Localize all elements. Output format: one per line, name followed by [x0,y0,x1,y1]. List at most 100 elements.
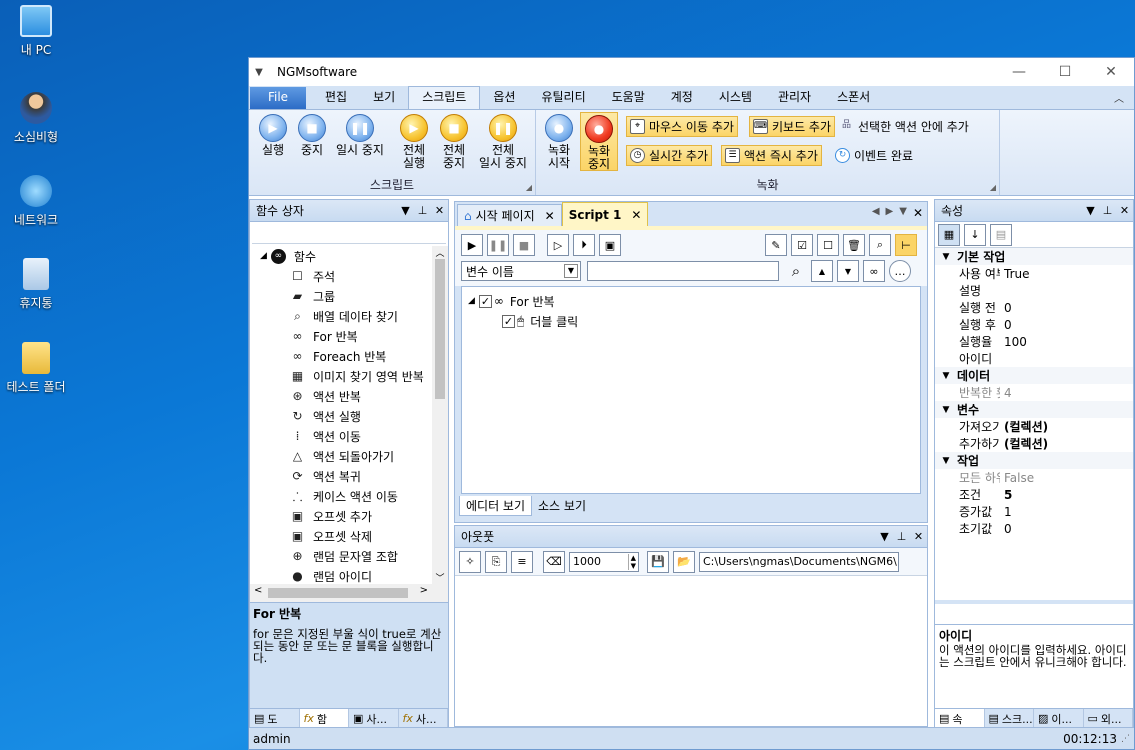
property-value[interactable]: 1 [1000,505,1012,519]
property-category[interactable]: ▼ 기본 작업 [935,248,1133,265]
tree-view-icon[interactable]: ⊢ [895,234,917,256]
record-stop-button[interactable]: ● 녹화 중지 [580,112,618,171]
group-launcher-icon[interactable]: ◢ [526,183,532,192]
property-row[interactable]: 사용 여부True [935,265,1133,282]
function-item[interactable]: ⊛ 액션 반복 [290,386,448,406]
tab-help[interactable]: 도움말 [599,87,658,109]
property-value[interactable]: 0 [1000,301,1012,315]
property-value[interactable]: True [1000,267,1030,281]
property-row[interactable]: 가져오기 (컬렉션) [935,418,1133,435]
property-value[interactable]: 5 [1000,488,1012,502]
move-down-icon[interactable]: ▼ [837,260,859,282]
chevron-down-icon[interactable]: ▼ [564,264,578,278]
tree-node-for[interactable]: ◢ ✓ ∞ For 반복 [468,291,914,311]
tab-images[interactable]: ▨ 이... [1034,709,1084,728]
sort-alpha-icon[interactable]: ↓ [964,223,986,246]
function-item[interactable]: ▰ 그룹 [290,286,448,306]
more-icon[interactable]: … [889,260,911,282]
property-value[interactable]: 0 [1000,318,1012,332]
checkbox[interactable]: ✓ [502,314,515,328]
tab-properties[interactable]: ▤ 속 [935,709,985,728]
property-row[interactable]: 설명 [935,282,1133,299]
tab-list-icon[interactable]: ▼ [899,206,907,220]
tree-root[interactable]: ◢ ∞ 함수 [250,246,448,266]
tab-user-1[interactable]: ▣ 사... [349,709,399,728]
property-category[interactable]: ▼ 작업 [935,452,1133,469]
tab-external[interactable]: ▭ 외... [1084,709,1133,728]
minimize-button[interactable]: — [996,64,1042,80]
function-item[interactable]: ⊕ 랜덤 문자열 조합 [290,546,448,566]
scroll-thumb[interactable] [435,259,445,399]
output-path-input[interactable]: C:\Users\ngmas\Documents\NGM6\ [699,551,899,572]
property-row[interactable]: 조건 5 [935,486,1133,503]
lines-icon[interactable]: ≡ [511,550,533,573]
scroll-up-icon[interactable]: ︿ [432,246,448,259]
tab-system[interactable]: 시스템 [706,87,765,109]
tab-scroll-right-icon[interactable]: ▶ [886,206,894,220]
tab-admin[interactable]: 관리자 [765,87,824,109]
record-start-button[interactable]: ● 녹화 시작 [543,114,575,170]
expand-icon[interactable]: ◢ [468,296,475,306]
function-item[interactable]: △ 액션 되돌아가기 [290,446,448,466]
property-row[interactable]: 반복한 횟수4 [935,384,1133,401]
property-row[interactable]: 아이디 [935,350,1133,367]
check-icon[interactable]: ☑ [791,234,813,256]
tab-script-1[interactable]: Script 1 ✕ [561,202,649,226]
desktop-icon-recycle-bin[interactable]: 휴지통 [0,258,72,311]
function-item[interactable]: ▣ 오프셋 추가 [290,506,448,526]
search-icon[interactable]: ⌕ [869,234,891,256]
tab-script[interactable]: 스크립트 [408,86,481,109]
scroll-left-icon[interactable]: < [254,585,262,596]
run-button[interactable]: ▶ 실행 [257,114,289,157]
pause-all-button[interactable]: ❚❚ 전체 일시 중지 [475,114,531,170]
property-value[interactable]: (컬렉션) [1000,435,1048,452]
stop-icon[interactable]: ■ [513,234,535,256]
tab-user-2[interactable]: fx 사... [399,709,448,728]
vertical-scrollbar[interactable]: ︿ ﹀ [432,246,448,584]
tab-functions[interactable]: fx 함 [299,709,349,728]
run-all-button[interactable]: ▶ 전체 실행 [397,114,431,170]
play-icon[interactable]: ▶ [461,234,483,256]
tab-source-view[interactable]: 소스 보기 [532,496,592,516]
tab-edit[interactable]: 편집 [312,87,360,109]
stop-all-button[interactable]: ■ 전체 중지 [437,114,471,170]
tab-sponsor[interactable]: 스폰서 [824,87,883,109]
tab-scripts[interactable]: ▤ 스크... [985,709,1034,728]
uncheck-icon[interactable]: ☐ [817,234,839,256]
add-realtime-button[interactable]: ◷ 실시간 추가 [626,145,713,166]
save-icon[interactable]: 💾 [647,550,669,573]
collapse-icon[interactable]: ▼ [935,371,957,381]
tree-node-double-click[interactable]: ✓ 🖱 더블 클릭 [468,311,914,331]
delete-icon[interactable]: 🗑 [843,234,865,256]
property-category[interactable]: ▼ 변수 [935,401,1133,418]
edit-icon[interactable]: ✎ [765,234,787,256]
collapse-ribbon-icon[interactable]: ︿ [1114,90,1124,105]
panel-menu-icon[interactable]: ▼ [397,204,414,217]
property-row[interactable]: 증가값 1 [935,503,1133,520]
function-item[interactable]: ☐ 주석 [290,266,448,286]
scroll-right-icon[interactable]: > [420,585,428,596]
tab-options[interactable]: 옵션 [480,87,528,109]
property-category[interactable]: ▼ 데이터 [935,367,1133,384]
search-input[interactable] [587,261,779,281]
function-item[interactable]: ▣ 오프셋 삭제 [290,526,448,546]
function-item[interactable]: ∞ Foreach 반복 [290,346,448,366]
group-launcher-icon[interactable]: ◢ [990,183,996,192]
property-row[interactable]: 실행 전 지연0 [935,299,1133,316]
tab-scroll-left-icon[interactable]: ◀ [872,206,880,220]
property-row[interactable]: 초기값 0 [935,520,1133,537]
panel-menu-icon[interactable]: ▼ [876,530,893,543]
editor-close-icon[interactable]: ✕ [913,206,923,220]
collapse-icon[interactable]: ▼ [935,252,957,262]
property-value[interactable]: False [1000,471,1034,485]
tab-start-page[interactable]: ⌂ 시작 페이지 ✕ [457,204,562,226]
property-pages-icon[interactable]: ▤ [990,223,1012,246]
panel-close-icon[interactable]: ✕ [1116,204,1133,217]
property-value[interactable]: 0 [1000,522,1012,536]
search-icon[interactable]: ⌕ [785,260,807,282]
desktop-icon-user[interactable]: 소심비형 [0,92,72,145]
function-item[interactable]: ⟳ 액션 복귀 [290,466,448,486]
variable-select[interactable]: 변수 이름 ▼ [461,261,581,281]
tab-editor-view[interactable]: 에디터 보기 [459,496,533,516]
event-complete-button[interactable]: ↻ 이벤트 완료 [832,145,916,166]
